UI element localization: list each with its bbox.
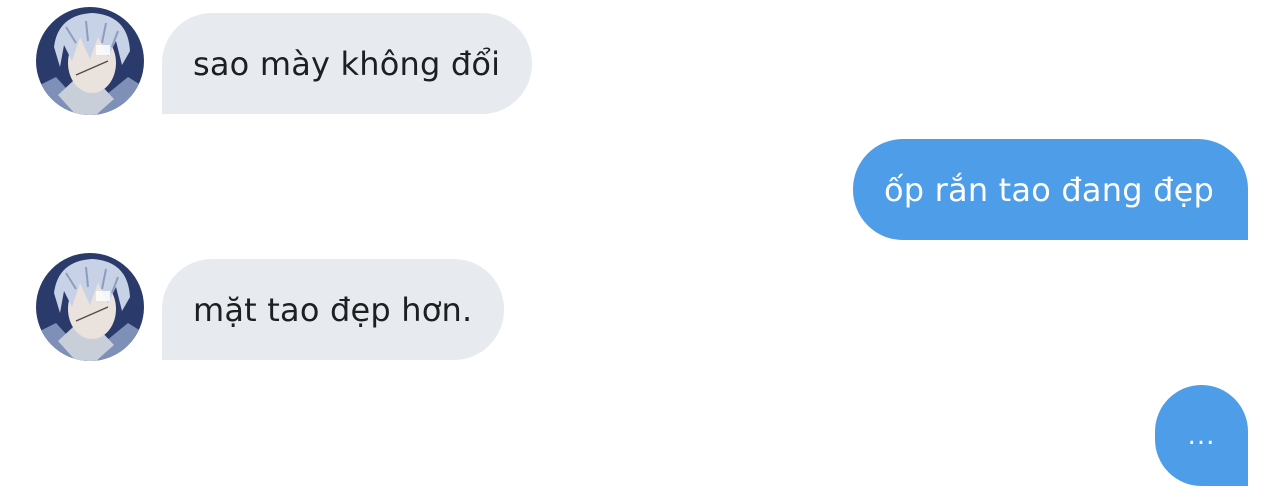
message-text: ốp rắn tao đang đẹp [884, 170, 1214, 209]
incoming-message-bubble[interactable]: mặt tao đẹp hơn. [162, 259, 505, 360]
outgoing-message-bubble[interactable]: ốp rắn tao đang đẹp [853, 139, 1248, 240]
chat-thread: sao mày không đổi ốp rắn tao đang đẹp mặ… [0, 0, 1284, 500]
contact-avatar[interactable] [36, 7, 144, 115]
message-text: sao mày không đổi [193, 44, 501, 83]
anime-boy-avatar-icon [36, 7, 144, 115]
message-text: ... [1187, 420, 1216, 451]
anime-boy-avatar-icon [36, 253, 144, 361]
outgoing-message-bubble[interactable]: ... [1155, 385, 1248, 486]
incoming-message-bubble[interactable]: sao mày không đổi [162, 13, 533, 114]
message-text: mặt tao đẹp hơn. [193, 290, 473, 329]
contact-avatar[interactable] [36, 253, 144, 361]
